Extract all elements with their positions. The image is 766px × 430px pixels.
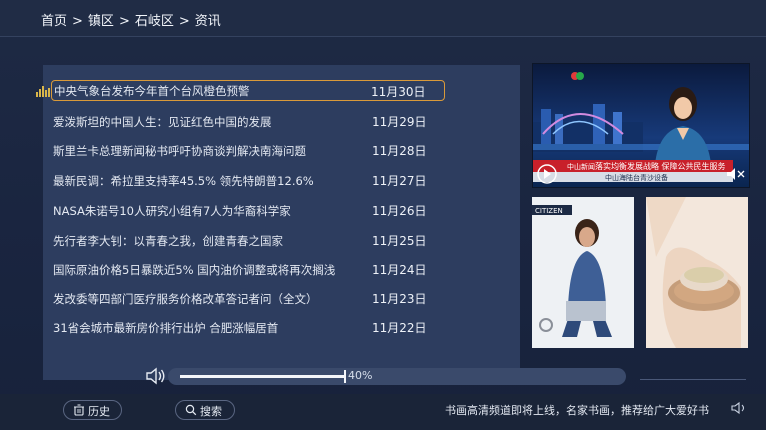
breadcrumb-separator: > [178,14,190,29]
news-item[interactable]: 31省会城市最新房价排行出炉 合肥涨幅居首 11月22日 [53,316,443,338]
equalizer-icon [36,86,50,97]
tea-cup-image [646,197,748,348]
marquee-text: 书画高清频道即将上线，名家书画，推荐给广大爱好书 [445,404,709,417]
magazine-brand: CITIZEN [535,207,563,215]
news-item[interactable]: 爱泼斯坦的中国人生：见证红色中国的发展 11月29日 [53,110,443,132]
news-date: 11月26日 [372,204,427,218]
news-title: 先行者李大钊：以青春之我，创建青春之国家 [53,234,283,248]
breadcrumb-district[interactable]: 镇区 [88,14,114,29]
breadcrumb-current: 资讯 [194,14,221,29]
history-label: 历史 [88,405,110,418]
breadcrumb-area[interactable]: 石岐区 [135,14,174,29]
top-bar: 首页 > 镇区 > 石岐区 > 资讯 [0,0,766,37]
speaker-icon [731,401,745,415]
news-item[interactable]: 中央气象台发布今年首个台风橙色预警 11月30日 [51,80,445,101]
divider [640,379,746,380]
bottom-bar: 历史 搜索 书画高清频道即将上线，名家书画，推荐给广大爱好书 [0,394,766,430]
video-preview[interactable]: 落实均衡发展战略 保障公共民生服务 中山新闻 中山海陆台青沙设备 [532,63,750,188]
breadcrumb: 首页 > 镇区 > 石岐区 > 资讯 [41,10,221,29]
volume-value: 40% [348,369,373,382]
search-icon [185,404,197,416]
history-icon [74,404,84,416]
history-button[interactable]: 历史 [63,400,122,420]
search-button[interactable]: 搜索 [175,400,235,420]
news-date: 11月24日 [372,263,427,277]
news-title: 发改委等四部门医疗服务价格改革答记者问（全文） [53,292,318,306]
news-date: 11月22日 [372,321,427,335]
volume-handle[interactable] [344,370,346,383]
news-title: 爱泼斯坦的中国人生：见证红色中国的发展 [53,115,272,129]
ticker-top: 落实均衡发展战略 保障公共民生服务 [595,161,726,171]
thumbnail-tea[interactable] [646,197,748,348]
volume-fill [180,375,344,378]
station-badge: 中山新闻 [567,162,595,171]
news-date: 11月25日 [372,234,427,248]
news-title: 中央气象台发布今年首个台风橙色预警 [54,84,250,98]
news-title: 国际原油价格5日暴跌近5% 国内油价调整或将再次搁浅 [53,263,336,277]
breadcrumb-separator: > [72,14,83,29]
breadcrumb-home[interactable]: 首页 [41,14,67,29]
ticker-bottom: 中山海陆台青沙设备 [605,173,668,182]
news-item[interactable]: 发改委等四部门医疗服务价格改革答记者问（全文） 11月23日 [53,287,443,309]
news-title: NASA朱诺号10人研究小组有7人为华裔科学家 [53,204,291,218]
thumbnail-magazine[interactable]: CITIZEN [532,197,634,348]
news-title: 31省会城市最新房价排行出炉 合肥涨幅居首 [53,321,279,335]
news-date: 11月27日 [372,174,427,188]
news-item[interactable]: 斯里兰卡总理新闻秘书呼吁协商谈判解决南海问题 11月28日 [53,139,443,161]
breadcrumb-separator: > [118,14,130,29]
news-item[interactable]: 国际原油价格5日暴跌近5% 国内油价调整或将再次搁浅 11月24日 [53,258,443,280]
speaker-icon[interactable] [145,367,167,385]
news-item[interactable]: 最新民调：希拉里支持率45.5% 领先特朗普12.6% 11月27日 [53,169,443,191]
news-title: 斯里兰卡总理新闻秘书呼吁协商谈判解决南海问题 [53,144,306,158]
news-item[interactable]: NASA朱诺号10人研究小组有7人为华裔科学家 11月26日 [53,199,443,221]
search-label: 搜索 [200,405,222,418]
volume-slider[interactable]: 40% [168,368,626,385]
news-date: 11月23日 [372,292,427,306]
magazine-cover-image: CITIZEN [532,197,634,348]
news-date: 11月29日 [372,115,427,129]
news-date: 11月28日 [372,144,427,158]
news-title: 最新民调：希拉里支持率45.5% 领先特朗普12.6% [53,174,314,188]
news-date: 11月30日 [371,85,426,99]
news-item[interactable]: 先行者李大钊：以青春之我，创建青春之国家 11月25日 [53,229,443,251]
news-broadcast-image: 落实均衡发展战略 保障公共民生服务 中山新闻 中山海陆台青沙设备 [533,64,749,187]
